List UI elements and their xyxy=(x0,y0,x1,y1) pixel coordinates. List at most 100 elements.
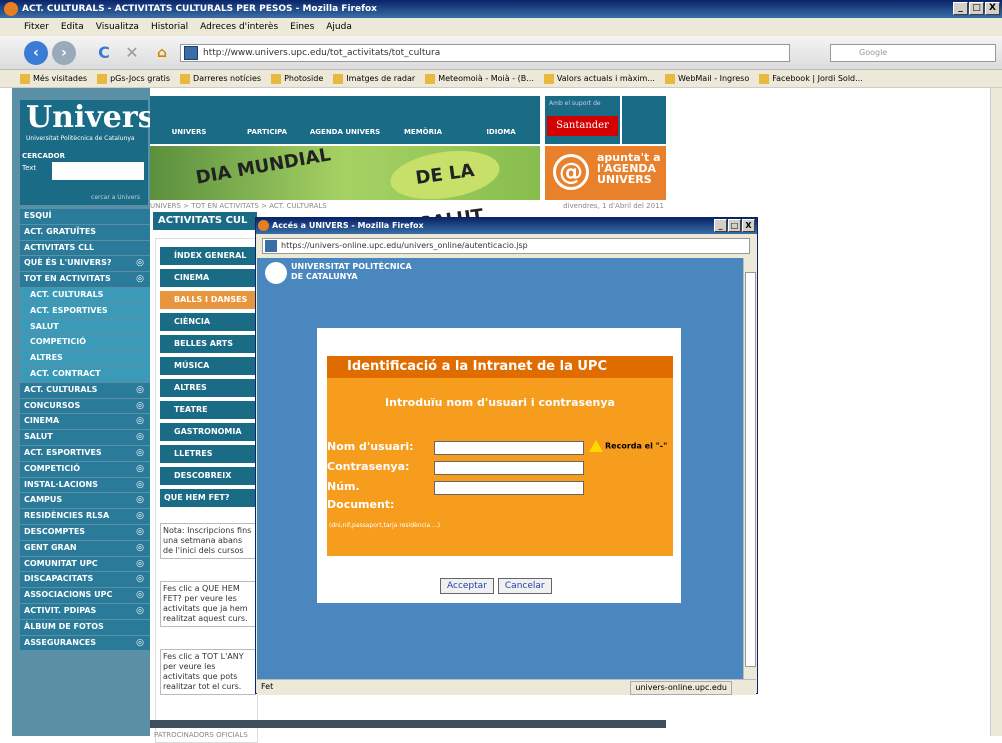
date-text: divendres, 1 d'Abril del 2011 xyxy=(563,202,664,210)
cat-item[interactable]: DESCOBREIX xyxy=(160,467,256,485)
side-item[interactable]: ACTIVITATS CLL xyxy=(20,240,150,256)
santander-logo[interactable]: Santander xyxy=(547,116,618,136)
cat-item[interactable]: GASTRONOMIA xyxy=(160,423,256,441)
bookmarks-bar: Més visitades pGs-Jocs gratis Darreres not… xyxy=(0,70,1002,88)
password-field[interactable] xyxy=(434,461,584,475)
side-subitem[interactable]: ALTRES xyxy=(20,351,150,366)
side-item[interactable]: DISCAPACITATS xyxy=(20,572,150,588)
menu-fitxer[interactable]: Fitxer xyxy=(24,18,49,36)
popup-scrollbar[interactable] xyxy=(743,258,757,679)
cat-item[interactable]: BELLES ARTS xyxy=(160,335,256,353)
popup-content: UNIVERSITAT POLITÈCNICA DE CATALUNYA Iden… xyxy=(257,258,743,679)
popup-close-button[interactable]: X xyxy=(742,219,755,232)
side-item[interactable]: ACT. ESPORTIVES xyxy=(20,445,150,461)
nav-memoria[interactable]: MEMÒRIA xyxy=(384,96,462,144)
accept-button[interactable]: Acceptar xyxy=(440,578,494,594)
nav-agenda[interactable]: AGENDA UNIVERS xyxy=(306,96,384,144)
menu-edita[interactable]: Edita xyxy=(61,18,84,36)
univers-logo[interactable]: Univers Universitat Politècnica de Catalu… xyxy=(20,100,155,150)
side-item[interactable]: DESCOMPTES xyxy=(20,524,150,540)
side-item[interactable]: GENT GRAN xyxy=(20,540,150,556)
maximize-button[interactable]: □ xyxy=(969,2,984,15)
note-que-hem-fet: Fes clic a QUE HEM FET? per veure les ac… xyxy=(160,581,256,627)
site-search-input[interactable] xyxy=(52,162,144,180)
cat-item[interactable]: QUE HEM FET? xyxy=(160,489,256,507)
popup-maximize-button[interactable]: □ xyxy=(728,219,741,232)
side-subitem[interactable]: COMPETICIÓ xyxy=(20,335,150,351)
username-field[interactable] xyxy=(434,441,584,455)
cat-item[interactable]: ALTRES xyxy=(160,379,256,397)
site-search-link[interactable]: cercar a Univers xyxy=(91,194,140,201)
cat-item[interactable]: TEATRE xyxy=(160,401,256,419)
top-nav: UNIVERS PARTICIPA AGENDA UNIVERS MEMÒRIA IDI… xyxy=(150,96,540,144)
agenda-banner[interactable]: @ apunta't a l'AGENDA UNIVERS xyxy=(545,146,666,200)
bookmark-item[interactable]: Facebook | Jordi Sold... xyxy=(759,70,863,87)
close-button[interactable]: X xyxy=(985,2,1000,15)
cat-item[interactable]: CIÈNCIA xyxy=(160,313,256,331)
home-icon[interactable]: ⌂ xyxy=(150,41,174,65)
cat-item[interactable]: MÚSICA xyxy=(160,357,256,375)
nav-univers[interactable]: UNIVERS xyxy=(150,96,228,144)
popup-url-bar[interactable]: https://univers-online.upc.edu/univers_o… xyxy=(262,238,750,254)
nav-participa[interactable]: PARTICIPA xyxy=(228,96,306,144)
side-item[interactable]: SALUT xyxy=(20,430,150,445)
side-item[interactable]: CAMPUS xyxy=(20,493,150,509)
bookmark-item[interactable]: Valors actuals i màxim... xyxy=(544,70,655,87)
side-item[interactable]: ÀLBUM DE FOTOS xyxy=(20,619,150,635)
side-item[interactable]: ACT. CULTURALS xyxy=(20,382,150,398)
side-item[interactable]: ASSOCIACIONS UPC xyxy=(20,588,150,603)
favicon-icon xyxy=(265,240,277,252)
popup-minimize-button[interactable]: _ xyxy=(714,219,727,232)
document-label: Document: xyxy=(327,498,395,511)
minimize-button[interactable]: _ xyxy=(953,2,968,15)
banner-salut: DE LA SALUT xyxy=(387,144,503,235)
side-subitem[interactable]: ACT. CONTRACT xyxy=(20,366,150,382)
menu-eines[interactable]: Eines xyxy=(290,18,314,36)
bookmark-item[interactable]: Meteomoià - Moià - (B... xyxy=(425,70,534,87)
side-item[interactable]: CINEMA xyxy=(20,414,150,430)
cat-item-selected[interactable]: BALLS I DANSES xyxy=(160,291,256,309)
side-item[interactable]: COMPETICIÓ xyxy=(20,461,150,477)
bookmark-item[interactable]: Photoside xyxy=(271,70,323,87)
upc-logo[interactable] xyxy=(622,96,666,144)
forward-button[interactable]: › xyxy=(52,41,76,65)
nav-idioma[interactable]: IDIOMA xyxy=(462,96,540,144)
cancel-button[interactable]: Cancelar xyxy=(497,578,552,594)
side-item[interactable]: ESQUÍ xyxy=(20,209,150,224)
side-subitem[interactable]: SALUT xyxy=(20,319,150,335)
side-subitem[interactable]: ACT. ESPORTIVES xyxy=(20,303,150,319)
side-item[interactable]: QUÈ ÉS L'UNIVERS? xyxy=(20,256,150,272)
cat-item[interactable]: LLETRES xyxy=(160,445,256,463)
note-tot-lany: Fes clic a TOT L'ANY per veure les activ… xyxy=(160,649,256,695)
side-item[interactable]: COMUNITAT UPC xyxy=(20,556,150,572)
url-bar[interactable]: http://www.univers.upc.edu/tot_activitat… xyxy=(180,44,790,62)
menu-adreces[interactable]: Adreces d'interès xyxy=(200,18,278,36)
menu-historial[interactable]: Historial xyxy=(151,18,188,36)
side-item[interactable]: TOT EN ACTIVITATS xyxy=(20,272,150,287)
document-field[interactable] xyxy=(434,481,584,495)
side-item[interactable]: ASSEGURANCES xyxy=(20,635,150,651)
salut-banner[interactable]: DIA MUNDIAL DE LA SALUT xyxy=(150,144,540,235)
menu-ajuda[interactable]: Ajuda xyxy=(326,18,352,36)
back-button[interactable]: ‹ xyxy=(24,41,48,65)
bookmark-item[interactable]: pGs-Jocs gratis xyxy=(97,70,170,87)
side-item[interactable]: INSTAL·LACIONS xyxy=(20,477,150,493)
page-scrollbar[interactable] xyxy=(990,88,1002,736)
bookmark-item[interactable]: WebMail - Ingreso xyxy=(665,70,749,87)
breadcrumb-text[interactable]: UNIVERS > TOT EN ACTIVITATS > ACT. CULTU… xyxy=(150,202,327,210)
side-item[interactable]: ACTIVIT. PDIPAS xyxy=(20,603,150,619)
search-bar[interactable]: Google xyxy=(830,44,996,62)
stop-icon[interactable]: ✕ xyxy=(120,41,144,65)
cat-item[interactable]: ÍNDEX GENERAL xyxy=(160,247,256,265)
side-subitem[interactable]: ACT. CULTURALS xyxy=(20,287,150,303)
cat-item[interactable]: CINEMA xyxy=(160,269,256,287)
side-item[interactable]: CONCURSOS xyxy=(20,398,150,414)
scroll-thumb[interactable] xyxy=(745,272,756,667)
bookmark-item[interactable]: Imatges de radar xyxy=(333,70,415,87)
side-item[interactable]: ACT. GRATUÏTES xyxy=(20,224,150,240)
reload-icon[interactable]: C xyxy=(92,41,116,65)
menu-visualitza[interactable]: Visualitza xyxy=(96,18,139,36)
bookmark-item[interactable]: Més visitades xyxy=(20,70,87,87)
side-item[interactable]: RESIDÈNCIES RLSA xyxy=(20,509,150,524)
bookmark-item[interactable]: Darreres notícies xyxy=(180,70,261,87)
